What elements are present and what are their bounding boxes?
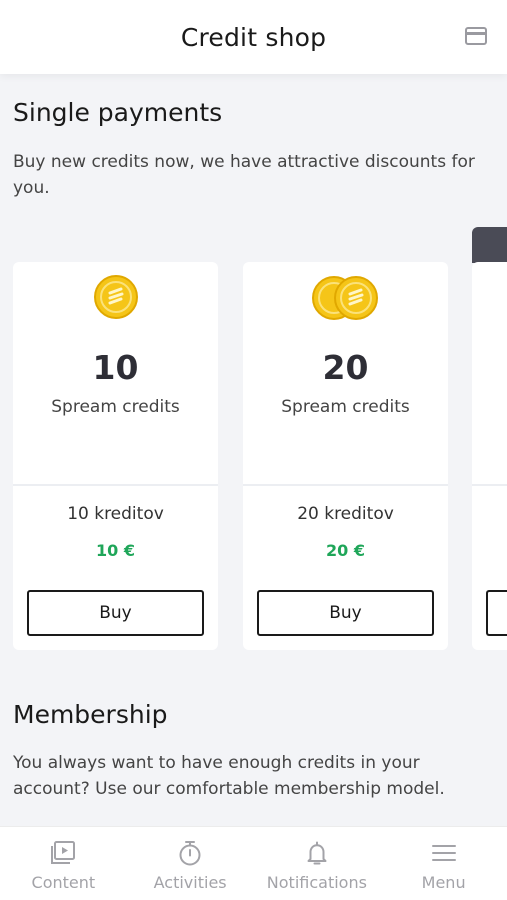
main-content: Single payments Buy new credits now, we … [0, 74, 507, 826]
credit-package-card: 20 Spream credits 20 kreditov 20 € Buy [243, 262, 448, 650]
package-name: 20 kreditov [297, 504, 394, 524]
buy-button-partial[interactable] [486, 590, 507, 636]
card-divider [472, 484, 507, 486]
card-divider [243, 484, 448, 486]
credit-package-card-partial[interactable] [472, 262, 507, 650]
credit-amount: 20 [322, 348, 369, 387]
buy-button[interactable]: Buy [27, 590, 204, 636]
page-title: Credit shop [180, 22, 327, 52]
card-divider [13, 484, 218, 486]
nav-label: Menu [421, 873, 466, 892]
hamburger-menu-icon [431, 845, 456, 861]
buy-button[interactable]: Buy [257, 590, 434, 636]
bottom-navigation: Content Activities Notifications Menu [0, 826, 507, 900]
single-payments-title: Single payments [13, 98, 223, 127]
nav-item-content[interactable]: Content [0, 827, 127, 900]
nav-label: Content [31, 873, 96, 892]
bell-icon [307, 841, 327, 865]
card-badge-tab [472, 227, 507, 263]
nav-label: Notifications [266, 873, 367, 892]
credit-label: Spream credits [51, 397, 180, 417]
nav-item-menu[interactable]: Menu [380, 827, 507, 900]
coins-icon [243, 274, 448, 322]
card-top: 10 Spream credits [13, 262, 218, 484]
nav-item-notifications[interactable]: Notifications [254, 827, 381, 900]
single-payments-description: Buy new credits now, we have attractive … [13, 152, 475, 198]
membership-description: You always want to have enough credits i… [13, 753, 445, 799]
nav-item-activities[interactable]: Activities [127, 827, 254, 900]
nav-label: Activities [153, 873, 227, 892]
app-header: Credit shop [0, 0, 507, 74]
credit-packages-carousel[interactable]: 10 Spream credits 10 kreditov 10 € Buy 2… [0, 227, 507, 652]
credit-package-card: 10 Spream credits 10 kreditov 10 € Buy [13, 262, 218, 650]
credit-label: Spream credits [281, 397, 410, 417]
membership-title: Membership [13, 700, 168, 729]
package-price: 10 € [96, 541, 135, 560]
stopwatch-icon [179, 841, 201, 866]
package-price: 20 € [326, 541, 365, 560]
play-video-icon [51, 841, 76, 864]
package-name: 10 kreditov [67, 504, 164, 524]
card-top: 20 Spream credits [243, 262, 448, 484]
coin-icon [13, 274, 218, 322]
credit-amount: 10 [92, 348, 139, 387]
credit-card-icon[interactable] [465, 27, 487, 45]
